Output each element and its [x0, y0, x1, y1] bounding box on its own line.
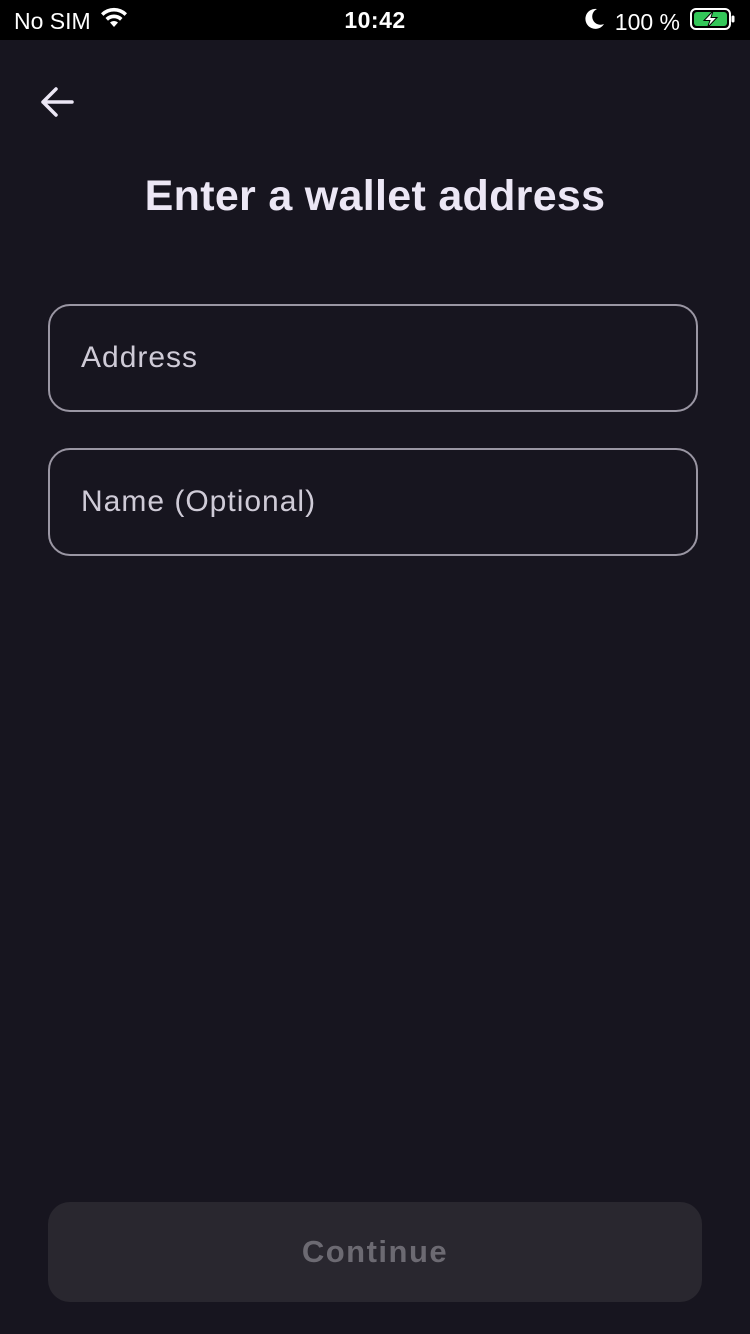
continue-button[interactable]: Continue: [48, 1202, 702, 1302]
moon-icon: [585, 8, 605, 36]
status-bar: No SIM 10:42 100 %: [0, 0, 750, 40]
add-wallet-screen: Enter a wallet address Address Name (Opt…: [0, 40, 750, 1334]
address-field[interactable]: Address: [48, 304, 698, 412]
battery-charging-icon: [690, 7, 736, 37]
arrow-left-icon: [39, 86, 75, 123]
status-right: 100 %: [585, 7, 736, 37]
page-title: Enter a wallet address: [144, 172, 606, 220]
name-field[interactable]: Name (Optional): [48, 448, 698, 556]
battery-percent: 100 %: [614, 8, 680, 35]
name-placeholder: Name (Optional): [81, 485, 317, 518]
address-placeholder: Address: [81, 341, 199, 374]
back-button[interactable]: [30, 82, 84, 126]
continue-label: Continue: [301, 1234, 449, 1269]
